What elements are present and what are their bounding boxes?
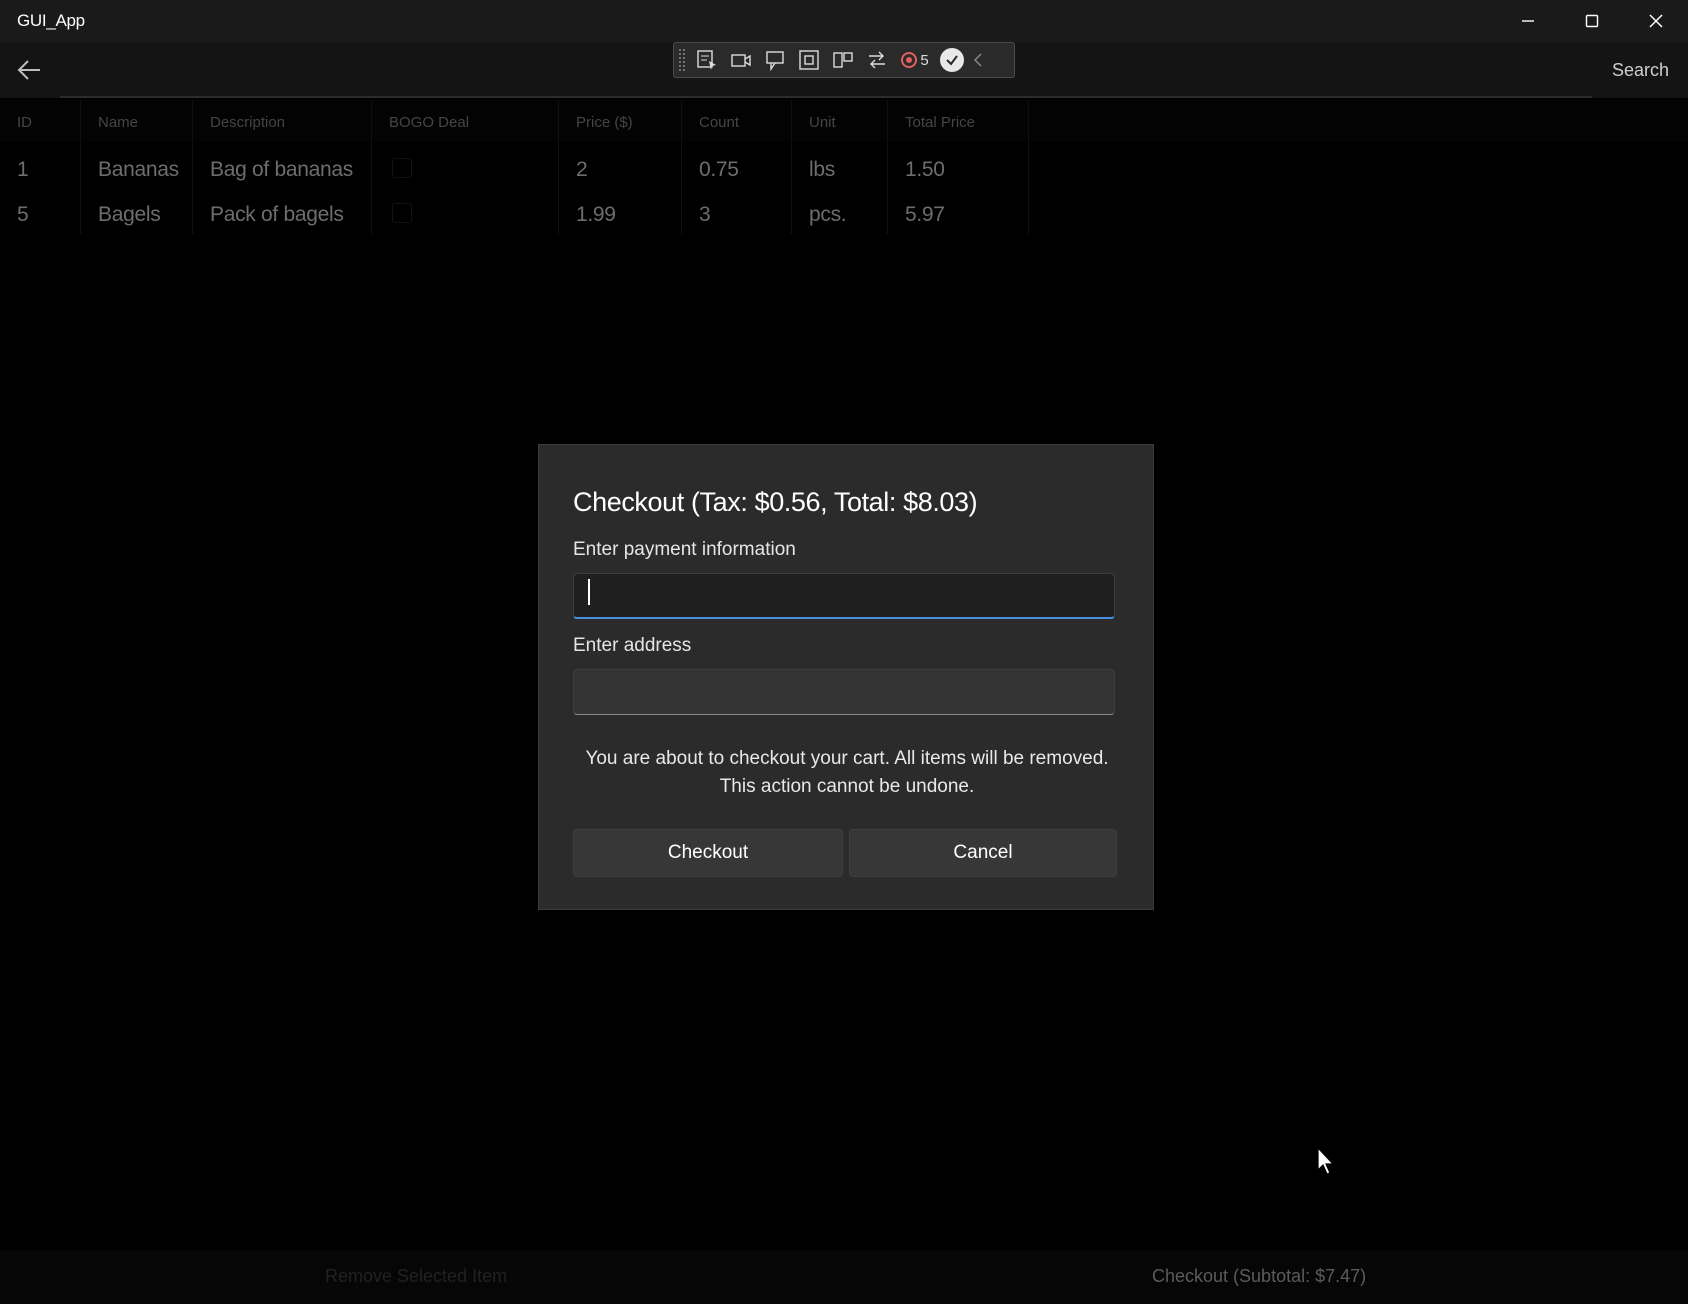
payment-input[interactable] — [573, 573, 1115, 619]
video-icon — [731, 54, 751, 67]
notification-badge: 5 — [920, 51, 929, 69]
select-element-icon — [697, 50, 716, 70]
select-element-button[interactable] — [690, 45, 724, 75]
mouse-cursor-icon — [1317, 1146, 1335, 1175]
comment-icon — [766, 51, 784, 71]
back-button[interactable] — [10, 52, 48, 88]
minimize-button[interactable] — [1496, 0, 1560, 42]
dialog-message: You are about to checkout your cart. All… — [559, 745, 1135, 801]
dialog-message-line-2: This action cannot be undone. — [719, 776, 975, 797]
video-button[interactable] — [724, 45, 758, 75]
close-button[interactable] — [1624, 0, 1688, 42]
swap-icon — [869, 51, 885, 69]
app-title: GUI_App — [17, 11, 85, 30]
minimize-icon — [1522, 20, 1534, 22]
frame-icon — [799, 50, 819, 70]
text-caret — [588, 579, 590, 605]
chevron-left-icon — [973, 53, 982, 67]
check-icon — [946, 55, 958, 66]
close-icon — [1649, 14, 1663, 28]
comment-button[interactable] — [758, 45, 792, 75]
checkout-dialog: Checkout (Tax: $0.56, Total: $8.03) Ente… — [538, 444, 1154, 910]
cancel-button[interactable]: Cancel — [849, 829, 1117, 877]
grip-icon[interactable] — [678, 48, 686, 72]
address-input[interactable] — [573, 669, 1115, 715]
title-bar: GUI_App — [0, 0, 1688, 42]
arrow-left-icon — [17, 60, 40, 80]
swap-button[interactable] — [860, 45, 894, 75]
check-button[interactable] — [940, 48, 964, 72]
notification-button[interactable]: 5 — [894, 45, 934, 75]
layout-button[interactable] — [826, 45, 860, 75]
address-label: Enter address — [573, 635, 692, 656]
layout-icon — [833, 52, 853, 68]
search-button[interactable]: Search — [1612, 60, 1669, 81]
debug-toolbar: 5 — [673, 42, 1015, 78]
collapse-toolbar-button[interactable] — [968, 45, 988, 75]
payment-label: Enter payment information — [573, 539, 796, 560]
maximize-button[interactable] — [1560, 0, 1624, 42]
dialog-message-line-1: You are about to checkout your cart. All… — [585, 748, 1109, 769]
maximize-icon — [1585, 14, 1599, 28]
frame-button[interactable] — [792, 45, 826, 75]
checkout-button[interactable]: Checkout — [573, 829, 843, 877]
notification-icon — [901, 52, 918, 68]
dialog-title: Checkout (Tax: $0.56, Total: $8.03) — [573, 487, 978, 517]
